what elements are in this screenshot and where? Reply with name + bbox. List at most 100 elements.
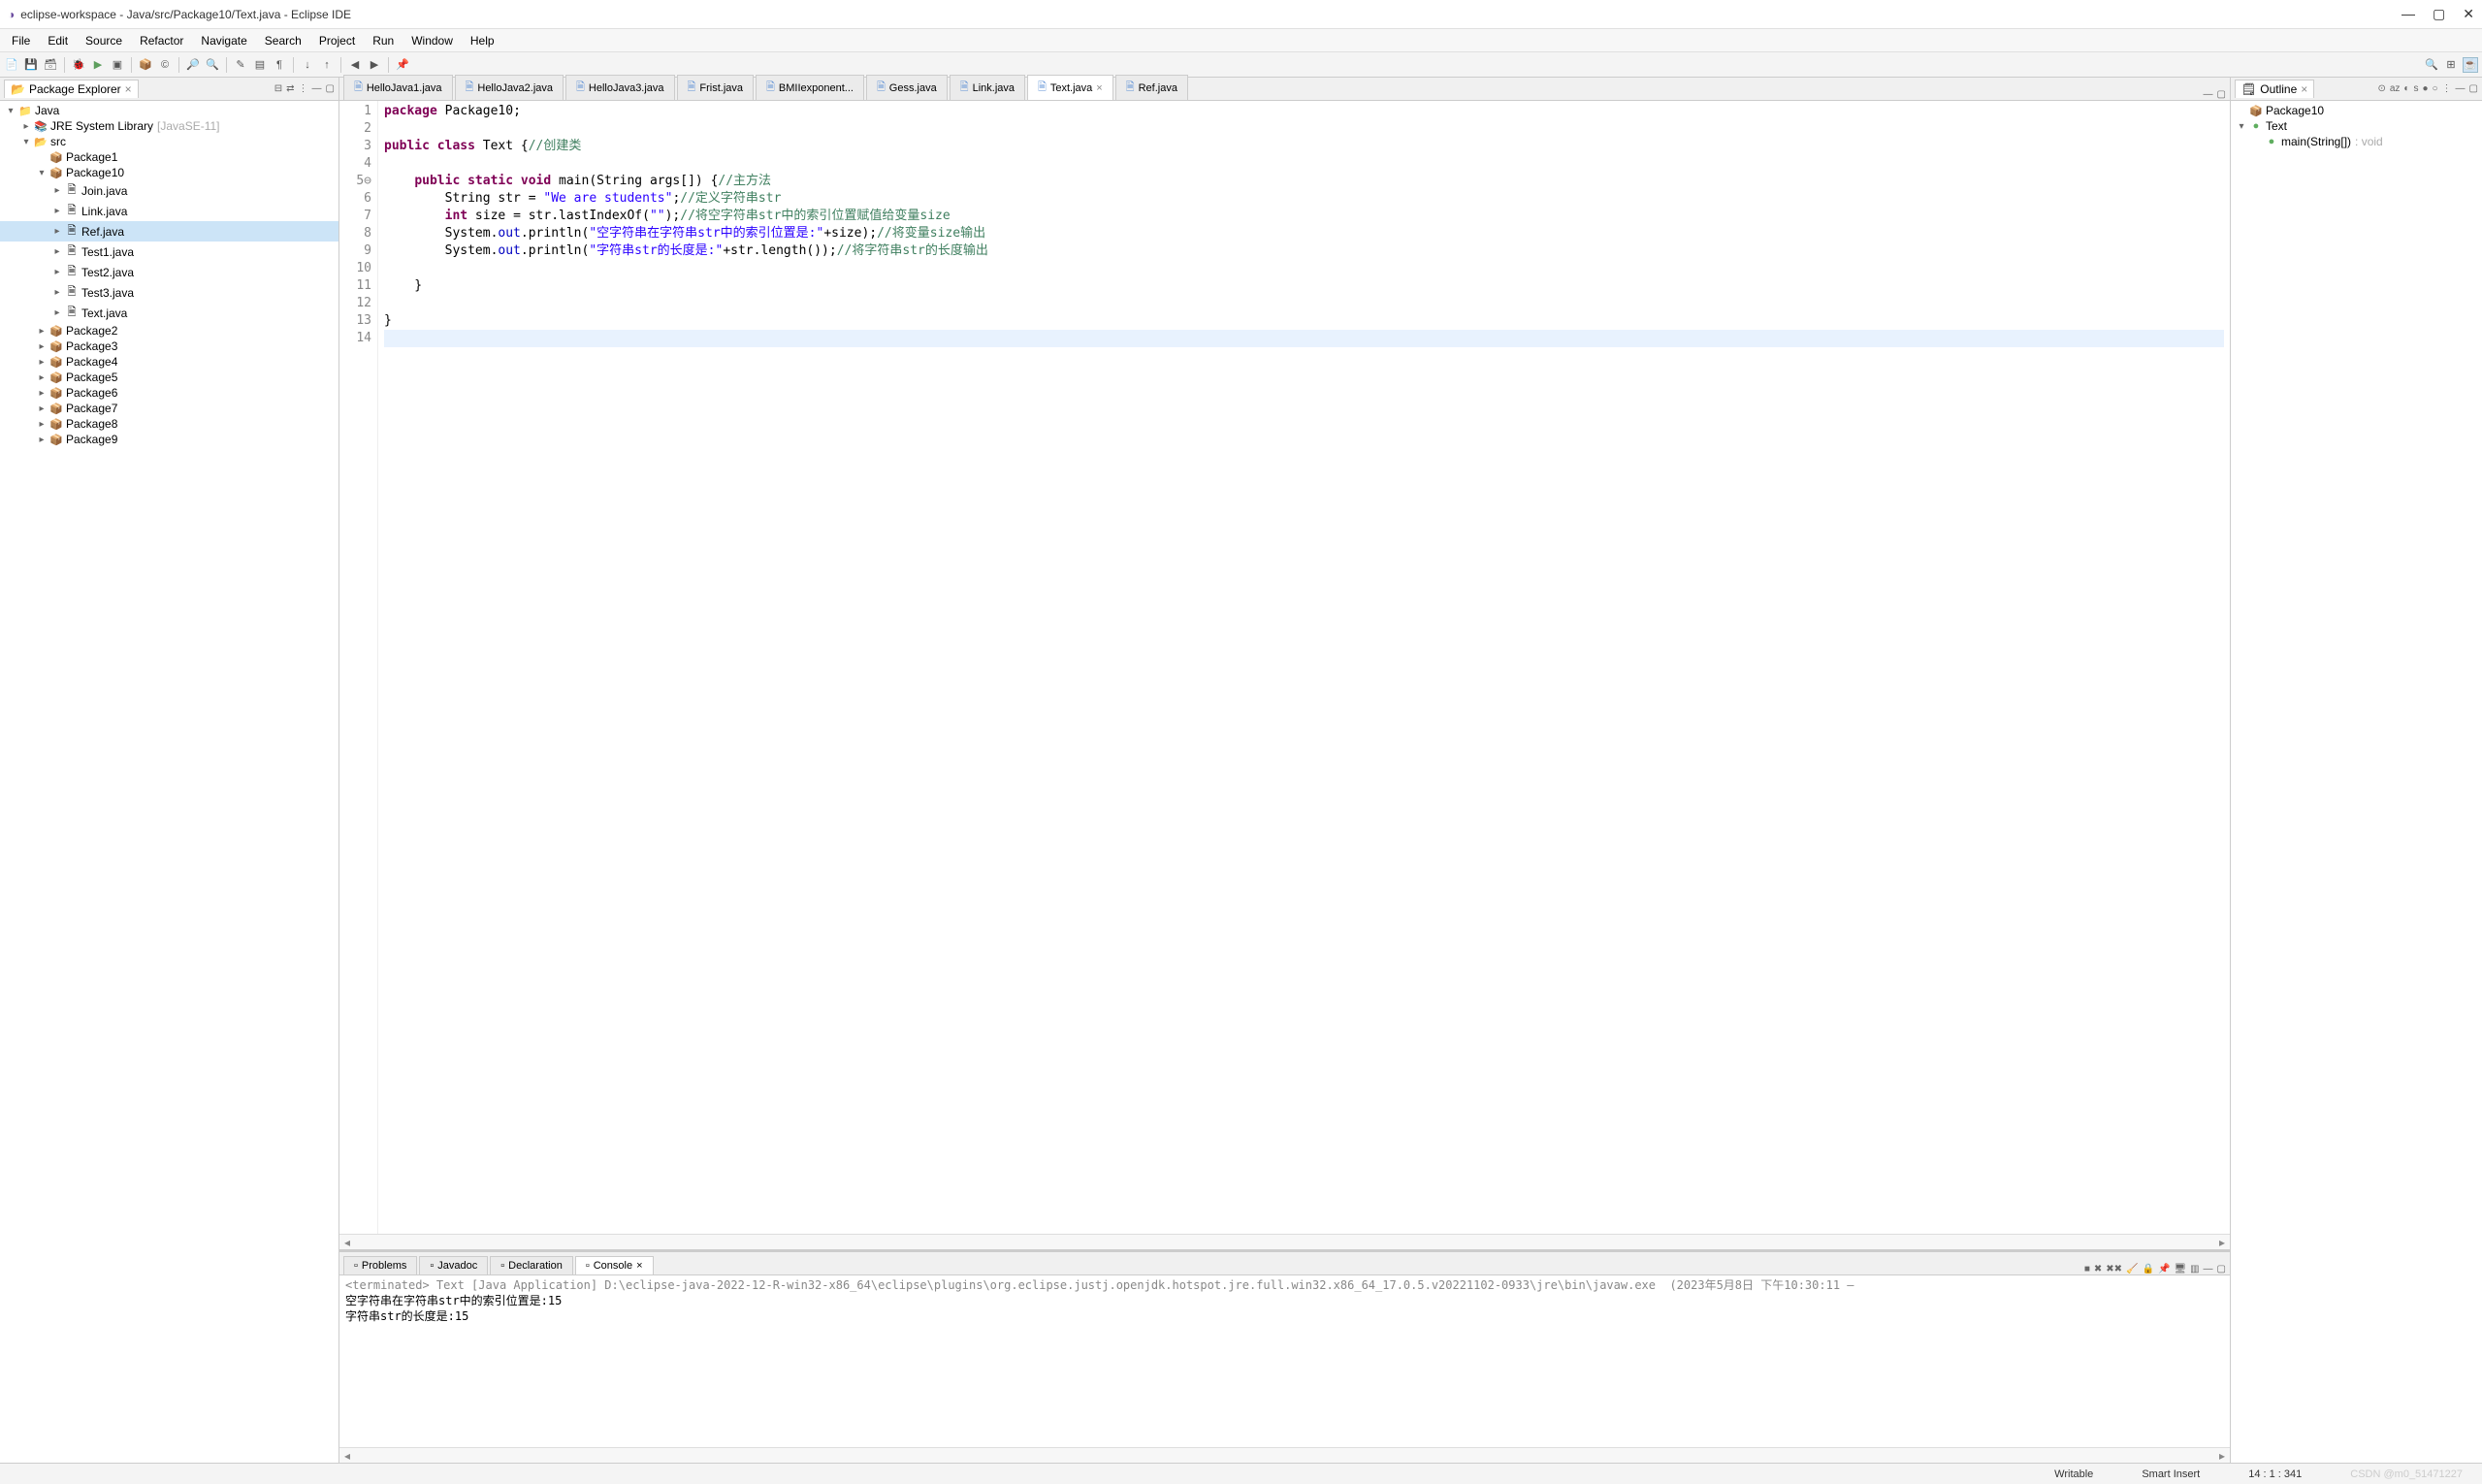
editor-tab[interactable]: 🗎BMIIexponent... (756, 75, 864, 100)
tree-item[interactable]: 📦Package1 (0, 149, 338, 165)
close-icon[interactable]: ✕ (2463, 6, 2474, 22)
editor-horizontal-scrollbar[interactable]: ◂ ▸ (339, 1234, 2230, 1249)
console-horizontal-scrollbar[interactable]: ◂ ▸ (339, 1447, 2230, 1463)
expand-icon[interactable]: ▸ (35, 326, 48, 337)
new-package-icon[interactable]: 📦 (138, 57, 153, 73)
tree-item[interactable]: ▸📦Package8 (0, 416, 338, 432)
editor-tab[interactable]: 🗎HelloJava2.java (455, 75, 564, 100)
tree-item[interactable]: ▸📦Package2 (0, 323, 338, 339)
tree-item[interactable]: ▸🗎Link.java (0, 201, 338, 221)
maximize-icon[interactable]: ▢ (2469, 83, 2478, 94)
close-icon[interactable]: × (2301, 82, 2307, 96)
maximize-icon[interactable]: ▢ (326, 83, 335, 94)
expand-icon[interactable]: ▸ (50, 267, 64, 277)
search-icon[interactable]: 🔍 (205, 57, 220, 73)
forward-icon[interactable]: ▶ (367, 57, 382, 73)
clear-console-icon[interactable]: 🧹 (2126, 1264, 2138, 1274)
display-selected-icon[interactable]: 🖥 (2174, 1264, 2186, 1274)
minimize-icon[interactable]: — (2456, 83, 2466, 94)
menu-window[interactable]: Window (403, 32, 461, 49)
outline-tree[interactable]: 📦Package10▾●Text●main(String[]): void (2231, 101, 2482, 1463)
hide-static-icon[interactable]: s (2413, 83, 2418, 94)
minimize-icon[interactable]: — (2401, 6, 2415, 22)
expand-icon[interactable]: ▸ (19, 121, 33, 132)
view-menu-icon[interactable]: ⋮ (2442, 83, 2452, 94)
expand-icon[interactable]: ▸ (35, 341, 48, 352)
tree-item[interactable]: ▸🗎Test1.java (0, 242, 338, 262)
editor-tab[interactable]: 🗎Text.java× (1027, 75, 1113, 100)
maximize-icon[interactable]: ▢ (2217, 89, 2226, 100)
expand-icon[interactable]: ▾ (2235, 121, 2248, 132)
tree-item[interactable]: ▸📦Package6 (0, 385, 338, 401)
bottom-tab[interactable]: ▫Javadoc (419, 1256, 488, 1274)
expand-icon[interactable]: ▸ (35, 388, 48, 399)
menu-source[interactable]: Source (78, 32, 130, 49)
menu-navigate[interactable]: Navigate (193, 32, 254, 49)
code-area[interactable]: package package Package10;Package10; pub… (378, 101, 2230, 1234)
minimize-icon[interactable]: — (2204, 89, 2213, 100)
expand-icon[interactable]: ▸ (50, 307, 64, 318)
package-explorer-tree[interactable]: ▾📁Java▸📚JRE System Library[JavaSE-11]▾📂s… (0, 101, 338, 1463)
expand-icon[interactable]: ▾ (35, 168, 48, 178)
maximize-icon[interactable]: ▢ (2433, 6, 2445, 22)
debug-icon[interactable]: 🐞 (71, 57, 86, 73)
menu-edit[interactable]: Edit (40, 32, 76, 49)
expand-icon[interactable]: ▸ (50, 246, 64, 257)
collapse-all-icon[interactable]: ⊟ (274, 83, 282, 94)
tree-item[interactable]: ▾📁Java (0, 103, 338, 118)
tree-item[interactable]: ▸📚JRE System Library[JavaSE-11] (0, 118, 338, 134)
close-icon[interactable]: × (1096, 82, 1102, 94)
expand-icon[interactable]: ▸ (50, 206, 64, 216)
show-whitespace-icon[interactable]: ¶ (272, 57, 287, 73)
menu-refactor[interactable]: Refactor (132, 32, 191, 49)
tree-item[interactable]: ▸📦Package4 (0, 354, 338, 370)
minimize-icon[interactable]: — (312, 83, 322, 94)
close-icon[interactable]: × (636, 1260, 642, 1272)
tree-item[interactable]: ▸📦Package3 (0, 339, 338, 354)
expand-icon[interactable]: ▸ (50, 226, 64, 237)
tree-item[interactable]: ▸📦Package5 (0, 370, 338, 385)
editor-tab[interactable]: 🗎HelloJava1.java (343, 75, 453, 100)
tree-item[interactable]: ▸📦Package9 (0, 432, 338, 447)
next-annotation-icon[interactable]: ↓ (300, 57, 315, 73)
open-perspective-icon[interactable]: ⊞ (2443, 57, 2459, 73)
sort-icon[interactable]: az (2390, 83, 2401, 94)
new-icon[interactable]: 📄 (4, 57, 19, 73)
console-output[interactable]: <terminated> Text [Java Application] D:\… (339, 1275, 2230, 1447)
tree-item[interactable]: ▾📂src (0, 134, 338, 149)
hide-nonpublic-icon[interactable]: ● (2422, 83, 2428, 94)
editor-body[interactable]: 12345⊖67891011121314 package package Pac… (339, 101, 2230, 1234)
open-console-icon[interactable]: ▥ (2190, 1264, 2199, 1274)
package-explorer-tab[interactable]: 📂 Package Explorer × (4, 80, 139, 98)
menu-search[interactable]: Search (257, 32, 309, 49)
link-editor-icon[interactable]: ⇄ (286, 83, 294, 94)
bottom-tab[interactable]: ▫Console× (575, 1256, 654, 1274)
expand-icon[interactable]: ▸ (35, 372, 48, 383)
focus-icon[interactable]: ⊙ (2377, 83, 2385, 94)
close-icon[interactable]: × (125, 82, 132, 96)
bottom-tab[interactable]: ▫Declaration (490, 1256, 573, 1274)
maximize-icon[interactable]: ▢ (2217, 1264, 2226, 1274)
scroll-right-icon[interactable]: ▸ (2214, 1449, 2230, 1463)
remove-launch-icon[interactable]: ✖ (2094, 1264, 2102, 1274)
view-menu-icon[interactable]: ⋮ (299, 83, 308, 94)
menu-run[interactable]: Run (365, 32, 402, 49)
scroll-left-icon[interactable]: ◂ (339, 1236, 355, 1249)
terminate-icon[interactable]: ■ (2084, 1264, 2090, 1274)
scroll-lock-icon[interactable]: 🔒 (2142, 1264, 2153, 1274)
expand-icon[interactable]: ▸ (35, 419, 48, 430)
outline-item[interactable]: ▾●Text (2231, 118, 2482, 134)
save-all-icon[interactable]: 🗃 (43, 57, 58, 73)
prev-annotation-icon[interactable]: ↑ (319, 57, 335, 73)
menu-help[interactable]: Help (463, 32, 502, 49)
menu-file[interactable]: File (4, 32, 38, 49)
pin-console-icon[interactable]: 📌 (2158, 1264, 2170, 1274)
expand-icon[interactable]: ▸ (35, 403, 48, 414)
toggle-mark-icon[interactable]: ✎ (233, 57, 248, 73)
hide-fields-icon[interactable]: ◐ (2403, 83, 2409, 94)
tree-item[interactable]: ▾📦Package10 (0, 165, 338, 180)
outline-item[interactable]: 📦Package10 (2231, 103, 2482, 118)
editor-tab[interactable]: 🗎Ref.java (1115, 75, 1188, 100)
outline-item[interactable]: ●main(String[]): void (2231, 134, 2482, 149)
new-class-icon[interactable]: © (157, 57, 173, 73)
